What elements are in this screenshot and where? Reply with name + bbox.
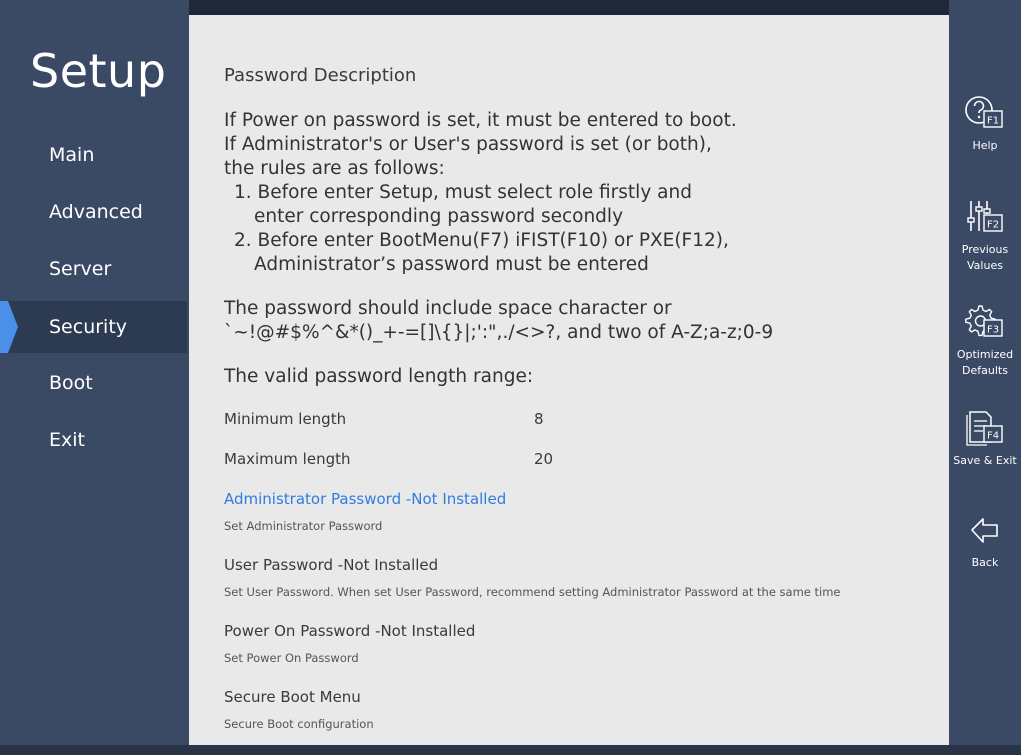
password-rules-text: If Power on password is set, it must be …: [224, 109, 737, 277]
previous-values-button[interactable]: F2 Previous Values: [949, 198, 1021, 274]
description-title: Password Description: [224, 65, 417, 86]
max-length-label: Maximum length: [224, 450, 351, 468]
help-icon: F1: [965, 96, 1003, 128]
active-marker-icon: [0, 301, 18, 353]
admin-password-help: Set Administrator Password: [224, 519, 383, 533]
rules-line: enter corresponding password secondly: [254, 206, 624, 227]
svg-text:F2: F2: [987, 220, 999, 231]
password-charset-text: The password should include space charac…: [224, 297, 773, 345]
secure-boot-menu-help: Secure Boot configuration: [224, 717, 374, 731]
optimized-defaults-label-2: Defaults: [962, 364, 1008, 377]
svg-text:F1: F1: [987, 116, 999, 127]
power-on-password-help: Set Power On Password: [224, 651, 359, 665]
sidebar-item-label: Security: [49, 316, 128, 338]
min-length-label: Minimum length: [224, 410, 347, 428]
user-password-help: Set User Password. When set User Passwor…: [224, 585, 841, 599]
save-exit-button[interactable]: F4 Save & Exit: [949, 409, 1021, 469]
rules-line: 1. Before enter Setup, must select role …: [234, 182, 692, 203]
bottom-strip: [0, 745, 1021, 755]
max-length-value: 20: [534, 450, 554, 468]
charset-line: `~!@#$%^&*()_+-=[]\{}|;':",./<>?, and tw…: [224, 322, 774, 343]
gear-icon: F3: [965, 305, 1003, 337]
min-length-value: 8: [534, 410, 544, 428]
user-password-item[interactable]: User Password -Not Installed: [224, 556, 438, 574]
sliders-icon: F2: [967, 201, 1003, 232]
power-on-password-item[interactable]: Power On Password -Not Installed: [224, 622, 475, 640]
secure-boot-menu-item[interactable]: Secure Boot Menu: [224, 688, 361, 706]
help-button[interactable]: F1 Help: [949, 94, 1021, 154]
sidebar-item-main[interactable]: Main: [0, 129, 187, 181]
rules-line: If Power on password is set, it must be …: [224, 110, 737, 131]
sidebar-item-server[interactable]: Server: [0, 243, 187, 295]
previous-values-label-2: Values: [967, 259, 1003, 272]
length-range-title: The valid password length range:: [224, 366, 534, 387]
rules-line: If Administrator's or User's password is…: [224, 134, 712, 155]
sidebar-item-exit[interactable]: Exit: [0, 414, 187, 466]
charset-line: The password should include space charac…: [224, 298, 672, 319]
rules-line: the rules are as follows:: [224, 158, 445, 179]
setup-title: Setup: [30, 44, 167, 98]
svg-text:F4: F4: [987, 431, 999, 442]
help-label: Help: [972, 139, 998, 152]
back-label: Back: [971, 556, 999, 569]
save-exit-label: Save & Exit: [953, 454, 1017, 467]
sidebar-item-advanced[interactable]: Advanced: [0, 186, 187, 238]
svg-text:F3: F3: [987, 325, 999, 336]
back-arrow-icon: [971, 518, 998, 543]
sidebar-item-boot[interactable]: Boot: [0, 357, 187, 409]
sidebar: Setup Main Advanced Server Security Boot…: [0, 0, 189, 755]
previous-values-label-1: Previous: [961, 243, 1009, 256]
back-button[interactable]: Back: [949, 515, 1021, 571]
admin-password-item[interactable]: Administrator Password -Not Installed: [224, 490, 506, 508]
top-bar: [189, 0, 949, 15]
sidebar-item-security[interactable]: Security: [0, 301, 187, 353]
function-key-panel: F1 Help F2 Previous Values F3 Optimized …: [949, 0, 1021, 755]
save-document-icon: F4: [966, 411, 1003, 446]
rules-line: 2. Before enter BootMenu(F7) iFIST(F10) …: [234, 230, 729, 251]
security-content-panel: Password Description If Power on passwor…: [189, 15, 949, 755]
optimized-defaults-label-1: Optimized: [956, 348, 1014, 361]
rules-line: Administrator’s password must be entered: [254, 254, 649, 275]
optimized-defaults-button[interactable]: F3 Optimized Defaults: [949, 303, 1021, 379]
